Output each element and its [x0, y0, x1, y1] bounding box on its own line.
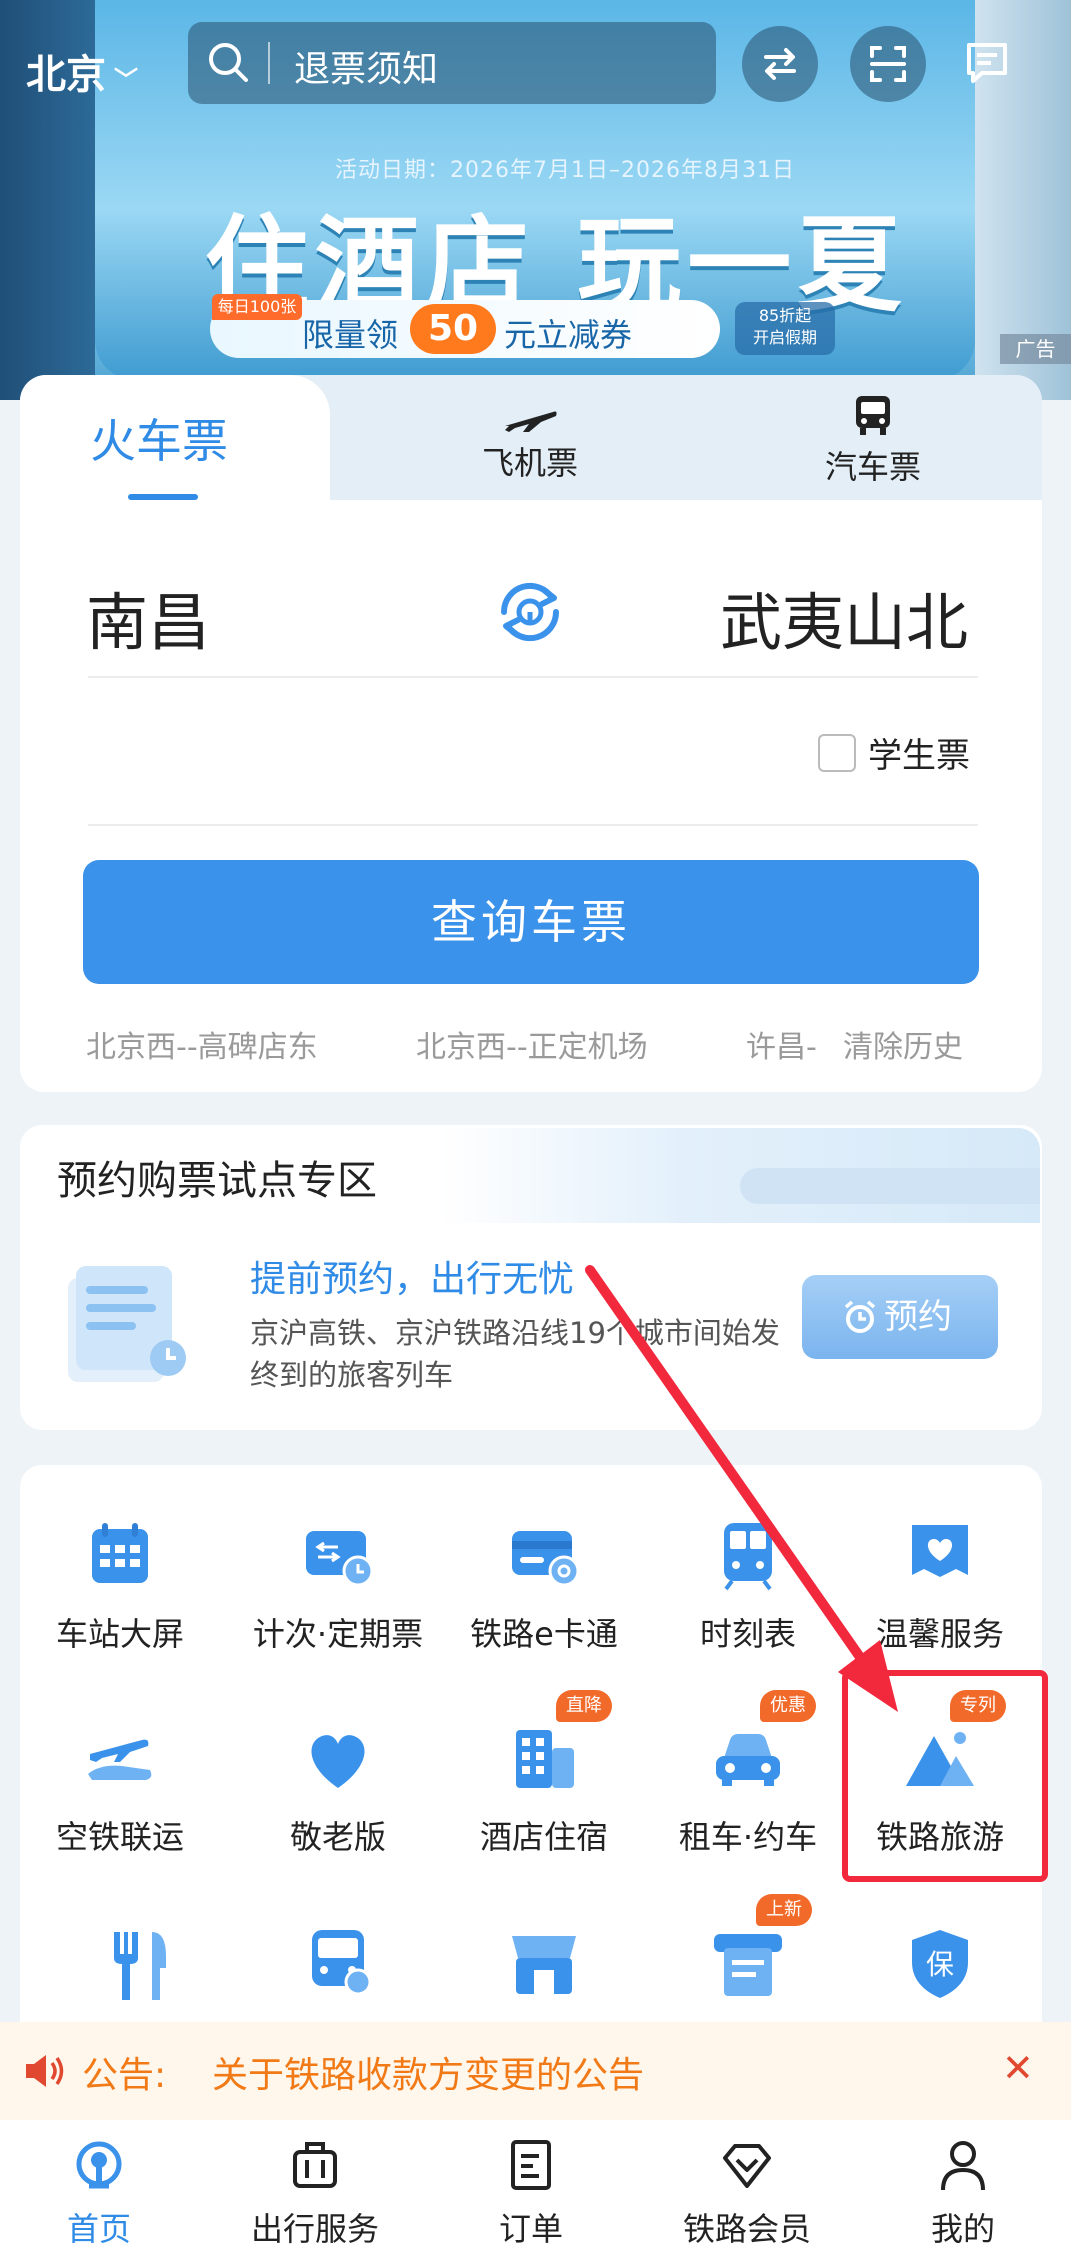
nav-membership-label: 铁路会员 [682, 2210, 811, 2248]
luggage-icon [293, 2142, 337, 2188]
announcement-text: 关于铁路收款方变更的公告 [212, 2055, 645, 2096]
rail-logo-icon [76, 2141, 122, 2189]
order-list-icon [511, 2140, 551, 2190]
nav-orders-label: 订单 [498, 2210, 563, 2248]
nav-orders[interactable]: 订单 [451, 2138, 611, 2250]
close-icon[interactable]: ✕ [1002, 2046, 1034, 2090]
announcement-label: 公告: [82, 2055, 167, 2096]
nav-profile[interactable]: 我的 [883, 2138, 1043, 2250]
annotation-arrow-icon [585, 1265, 898, 1712]
nav-travel-service-label: 出行服务 [250, 2210, 379, 2248]
speaker-icon [26, 2055, 64, 2087]
nav-profile-label: 我的 [930, 2210, 995, 2248]
announcement-bar[interactable]: 公告: 关于铁路收款方变更的公告 ✕ [0, 2022, 1071, 2120]
user-icon [941, 2141, 985, 2191]
diamond-icon [723, 2144, 771, 2188]
nav-home-label: 首页 [66, 2210, 131, 2248]
nav-travel-service[interactable]: 出行服务 [235, 2138, 395, 2250]
nav-home[interactable]: 首页 [19, 2138, 179, 2250]
nav-membership[interactable]: 铁路会员 [667, 2138, 827, 2250]
